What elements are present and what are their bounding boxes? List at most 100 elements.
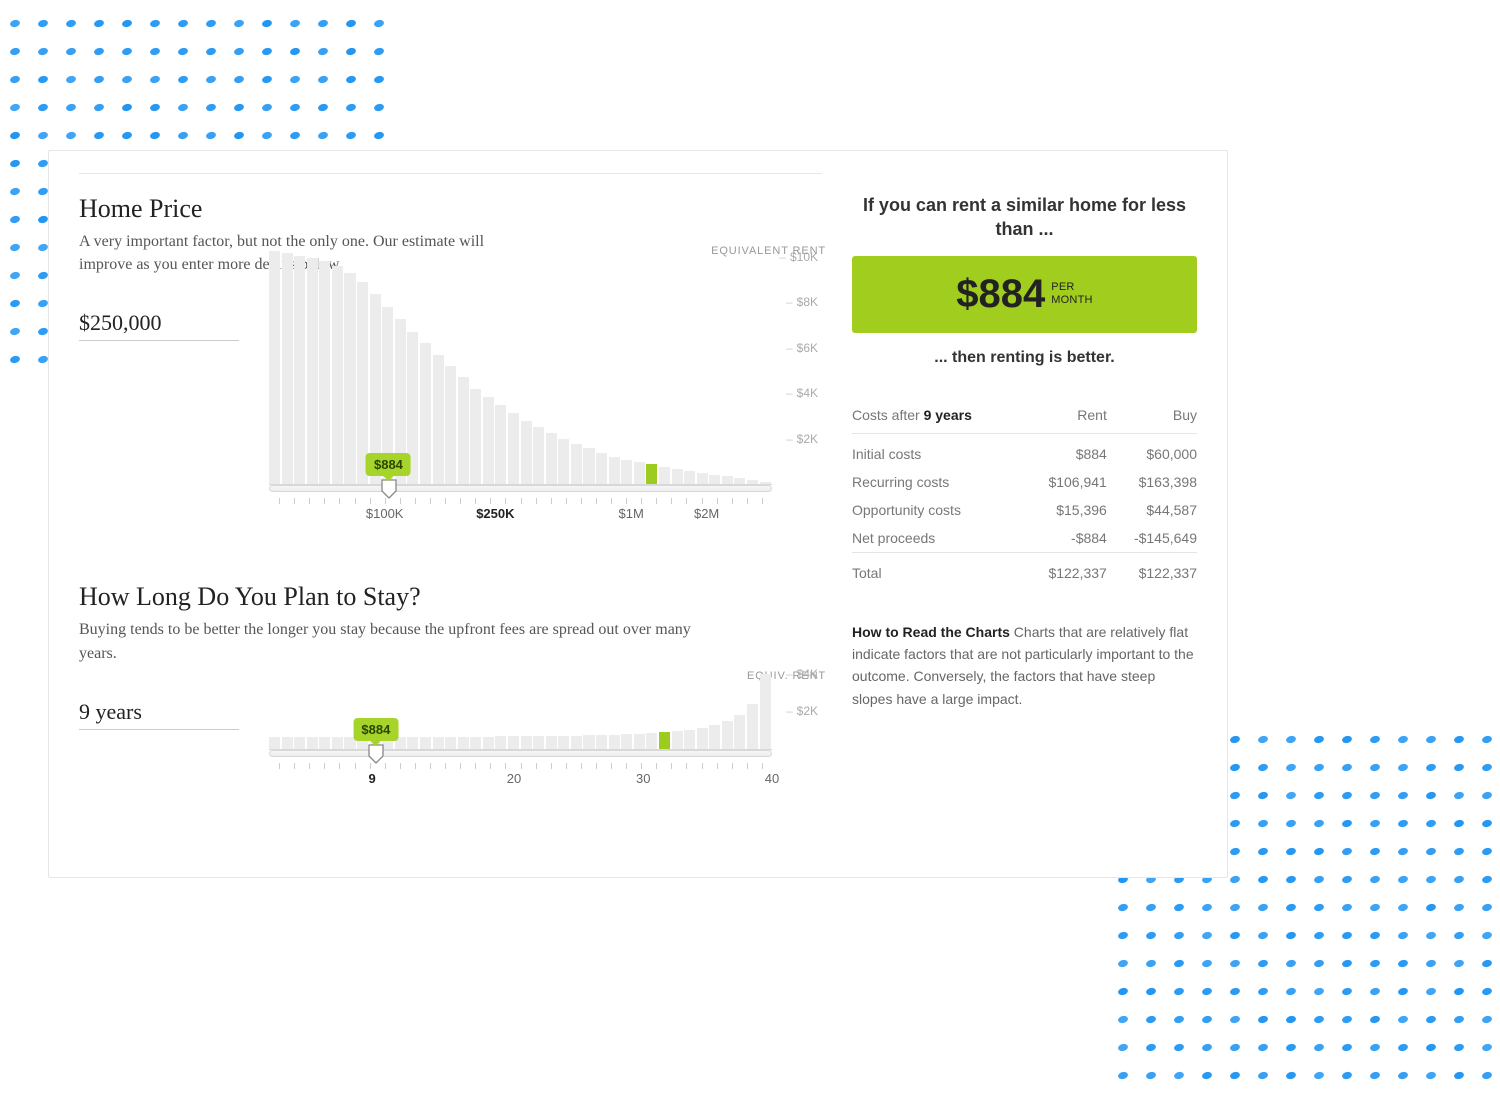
x-tick: $250K [476, 506, 514, 521]
years-chart: EQUIV. RENT $4K$2K$884 9203040 [269, 670, 822, 787]
chart-bar [634, 462, 645, 484]
result-amount: $884 [956, 272, 1045, 317]
chart-bar [495, 736, 506, 748]
home-price-value: $250,000 [79, 310, 239, 341]
costs-total-rent: $122,337 [1023, 552, 1106, 593]
costs-header-years: 9 years [924, 407, 972, 423]
chart-bar [709, 475, 720, 485]
years-title: How Long Do You Plan to Stay? [79, 582, 822, 612]
costs-total-buy: $122,337 [1107, 552, 1197, 593]
chart-bar [319, 261, 330, 484]
costs-col-buy: Buy [1107, 397, 1197, 434]
chart-bar [734, 715, 745, 749]
chart-bar [672, 731, 683, 749]
chart-bar [621, 460, 632, 485]
years-slider[interactable] [269, 750, 772, 757]
chart-bar [747, 704, 758, 749]
chart-bar [282, 737, 293, 749]
chart-bar [621, 734, 632, 748]
chart-bar [609, 735, 620, 749]
y-tick: $4K [786, 386, 818, 400]
table-row: Net proceeds-$884-$145,649 [852, 524, 1197, 553]
years-x-ticks: 9203040 [269, 763, 772, 787]
y-tick: $10K [779, 250, 818, 264]
chart-bar [458, 377, 469, 484]
costs-col-rent: Rent [1023, 397, 1106, 434]
section-home-price: Home Price A very important factor, but … [79, 173, 822, 522]
chart-bar [546, 736, 557, 749]
chart-bar [609, 457, 620, 484]
x-tick: 20 [507, 771, 521, 786]
x-tick: $2M [694, 506, 719, 521]
chart-bar [571, 736, 582, 749]
x-tick: 9 [368, 771, 375, 786]
chart-bar [508, 736, 519, 748]
chart-bar [596, 453, 607, 484]
chart-bar [483, 737, 494, 749]
chart-bar [646, 464, 657, 484]
chart-bar [495, 405, 506, 485]
chart-bar [596, 735, 607, 749]
y-tick: $6K [786, 341, 818, 355]
chart-bar [760, 482, 771, 484]
costs-total-label: Total [852, 552, 1023, 593]
chart-bar [546, 433, 557, 484]
cell-buy: $44,587 [1107, 496, 1197, 524]
chart-bar [294, 256, 305, 485]
panel-right: If you can rent a similar home for less … [852, 173, 1197, 847]
years-bubble: $884 [353, 718, 398, 741]
x-tick: 30 [636, 771, 650, 786]
chart-bar [307, 258, 318, 484]
x-tick: $100K [366, 506, 404, 521]
chart-bar [583, 735, 594, 748]
chart-bar [709, 725, 720, 749]
costs-table: Costs after 9 years Rent Buy Initial cos… [852, 397, 1197, 593]
years-value: 9 years [79, 699, 239, 730]
home-price-bars: $10K$8K$6K$4K$2K$884 [269, 245, 772, 485]
chart-bar [734, 478, 745, 484]
cell-buy: $60,000 [1107, 433, 1197, 468]
x-tick: 40 [765, 771, 779, 786]
chart-bar [269, 251, 280, 484]
chart-bar [558, 439, 569, 484]
y-tick: $8K [786, 295, 818, 309]
home-price-x-ticks: $100K$250K$1M$2M [269, 498, 772, 522]
years-desc: Buying tends to be better the longer you… [79, 618, 719, 664]
chart-bar [508, 413, 519, 485]
result-unit: PER MONTH [1051, 281, 1092, 306]
chart-bar [420, 737, 431, 749]
howto-title: How to Read the Charts [852, 624, 1010, 640]
result-amount-box: $884 PER MONTH [852, 256, 1197, 333]
chart-bar [583, 448, 594, 484]
chart-bar [521, 421, 532, 485]
chart-bar [747, 480, 758, 485]
chart-bar [684, 730, 695, 749]
section-years-stay: How Long Do You Plan to Stay? Buying ten… [79, 582, 822, 786]
cell-rent: $15,396 [1023, 496, 1106, 524]
cell-rent: -$884 [1023, 524, 1106, 553]
chart-bar [659, 467, 670, 484]
home-price-slider-thumb[interactable] [381, 479, 397, 499]
costs-header-label: Costs after 9 years [852, 397, 1023, 434]
chart-bar [533, 427, 544, 484]
result-lead-top: If you can rent a similar home for less … [852, 193, 1197, 242]
cell-rent: $884 [1023, 433, 1106, 468]
chart-bar [521, 736, 532, 749]
costs-header-prefix: Costs after [852, 407, 924, 423]
chart-bar [672, 469, 683, 484]
chart-bar [483, 397, 494, 485]
table-row: Initial costs$884$60,000 [852, 433, 1197, 468]
cell-label: Net proceeds [852, 524, 1023, 553]
table-row: Opportunity costs$15,396$44,587 [852, 496, 1197, 524]
cell-rent: $106,941 [1023, 468, 1106, 496]
panel-left: Home Price A very important factor, but … [79, 173, 852, 847]
cell-label: Initial costs [852, 433, 1023, 468]
chart-bar [697, 473, 708, 484]
chart-bar [269, 737, 280, 749]
chart-bar [558, 736, 569, 749]
home-price-slider[interactable] [269, 485, 772, 492]
years-slider-thumb[interactable] [368, 744, 384, 764]
home-price-title: Home Price [79, 194, 822, 224]
chart-bar [684, 471, 695, 484]
table-row: Recurring costs$106,941$163,398 [852, 468, 1197, 496]
